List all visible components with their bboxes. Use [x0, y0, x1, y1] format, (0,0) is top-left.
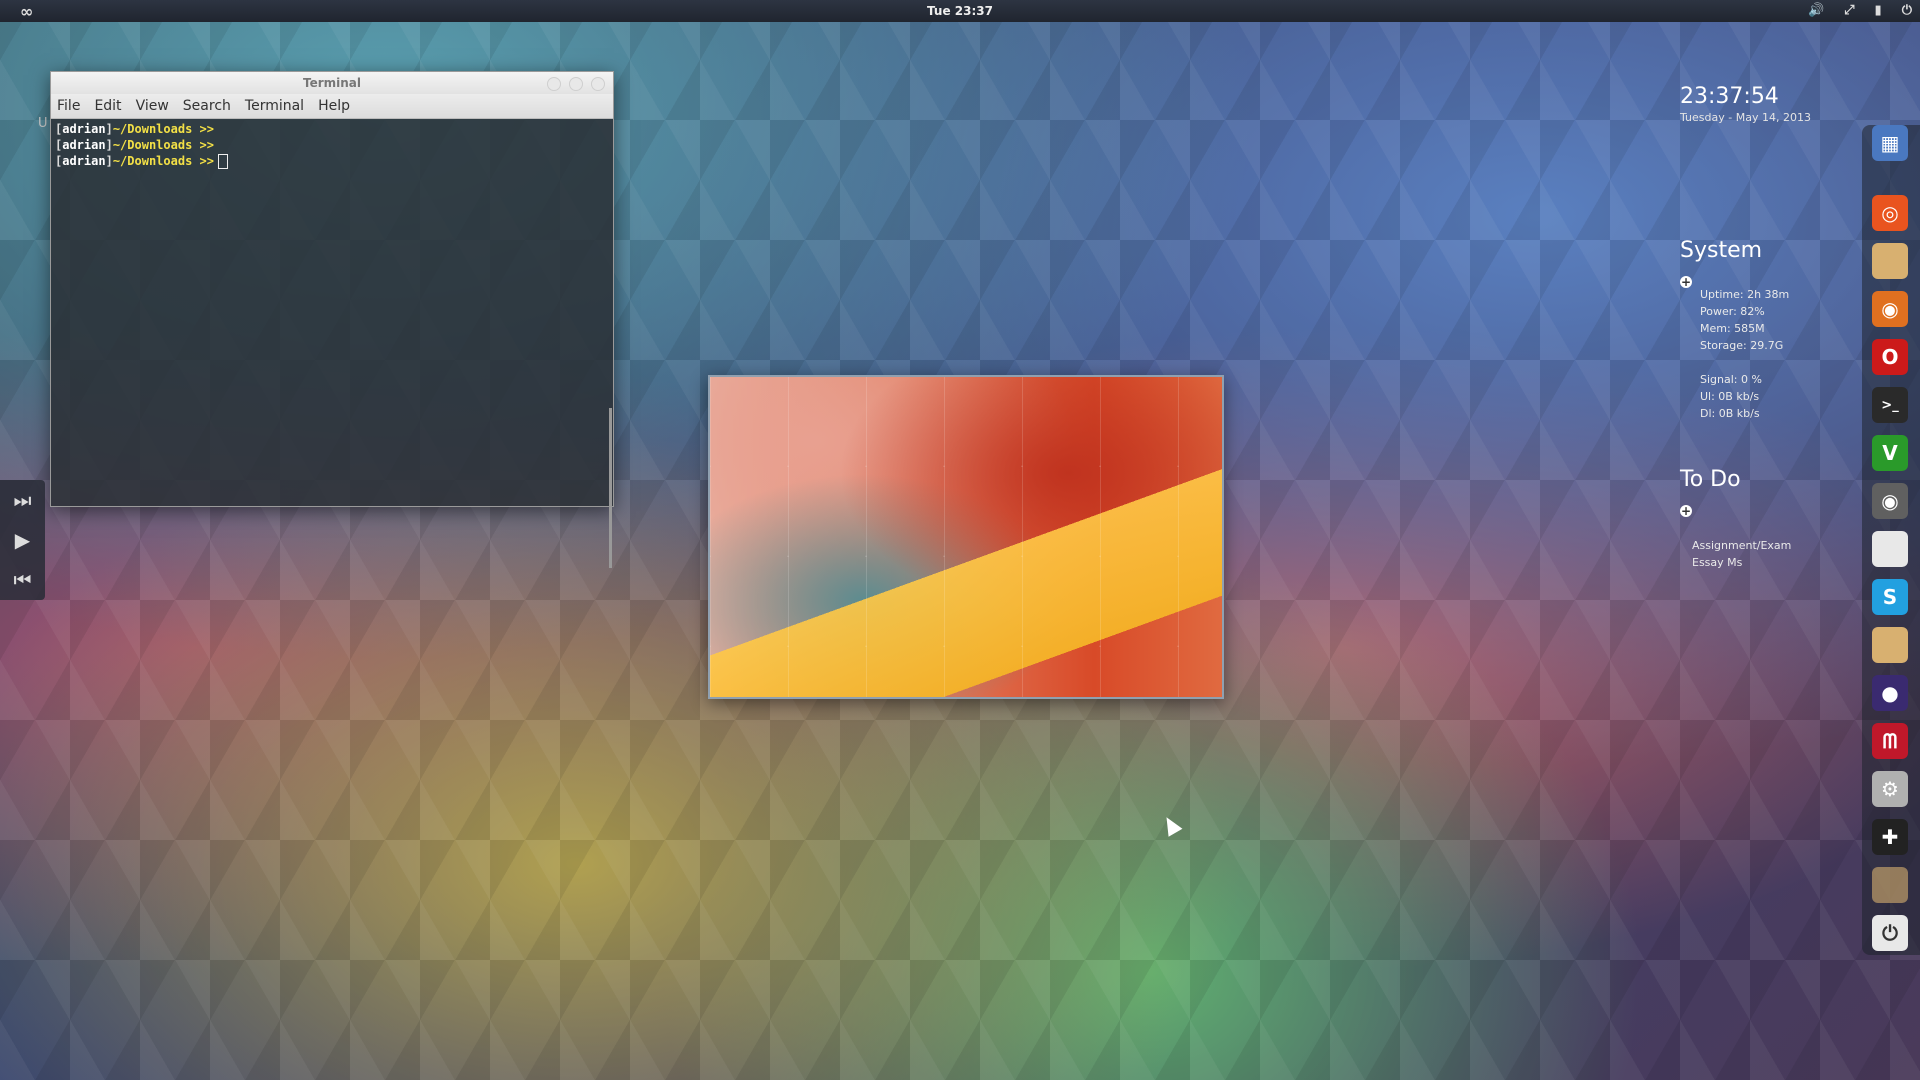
- todo-list: Assignment/Exam Essay Ms: [1692, 537, 1791, 571]
- terminal-output[interactable]: [adrian]~/Downloads >> [adrian]~/Downloa…: [51, 119, 613, 171]
- menu-terminal[interactable]: Terminal: [245, 98, 304, 114]
- plus-icon: +: [1680, 275, 1692, 289]
- conky-clock-widget: 23:37:54 Tuesday - May 14, 2013: [1680, 84, 1811, 124]
- vim-icon[interactable]: V: [1872, 435, 1908, 471]
- prompt-path: ~/Downloads >>: [112, 122, 214, 136]
- firefox-icon[interactable]: ◉: [1872, 291, 1908, 327]
- mendeley-icon[interactable]: ᗰ: [1872, 723, 1908, 759]
- prompt-path: ~/Downloads >>: [112, 154, 214, 168]
- ubuntu-icon[interactable]: ◎: [1872, 195, 1908, 231]
- opera-icon[interactable]: O: [1872, 339, 1908, 375]
- terminal-icon[interactable]: >_: [1872, 387, 1908, 423]
- menu-search[interactable]: Search: [183, 98, 231, 114]
- prompt-path: ~/Downloads >>: [112, 138, 214, 152]
- stat-storage: Storage: 29.7G: [1700, 339, 1784, 352]
- terminal-menubar: File Edit View Search Terminal Help: [51, 94, 613, 119]
- volume-icon[interactable]: 🔊: [1808, 3, 1824, 18]
- network-icon[interactable]: ⤢: [1844, 3, 1854, 18]
- menu-edit[interactable]: Edit: [94, 98, 121, 114]
- folder-icon[interactable]: [1872, 867, 1908, 903]
- power-icon[interactable]: ⏻: [1902, 3, 1912, 18]
- stat-download: Dl: 0B kb/s: [1700, 407, 1760, 420]
- system-heading: System: [1680, 238, 1763, 263]
- menu-file[interactable]: File: [57, 98, 80, 114]
- todo-item: Essay Ms: [1692, 556, 1743, 569]
- conky-system-widget: System + Uptime: 2h 38m Power: 82% Mem: …: [1680, 238, 1789, 422]
- play-icon[interactable]: ▶: [15, 528, 30, 552]
- prompt-user: adrian: [62, 138, 106, 152]
- prompt-line: [adrian]~/Downloads >>: [55, 122, 214, 136]
- battery-icon[interactable]: ▮: [1875, 3, 1882, 18]
- next-track-icon[interactable]: ⏭: [14, 488, 32, 512]
- speaker-icon[interactable]: ◉: [1872, 483, 1908, 519]
- hidden-window-edge: U: [38, 116, 48, 131]
- conky-time: 23:37:54: [1680, 84, 1779, 109]
- folder-icon[interactable]: [1872, 627, 1908, 663]
- settings-icon[interactable]: ⚙: [1872, 771, 1908, 807]
- plus-icon: +: [1680, 504, 1692, 518]
- minimize-button[interactable]: [547, 77, 561, 91]
- menu-help[interactable]: Help: [318, 98, 350, 114]
- text-cursor: [217, 154, 228, 169]
- todo-item: Assignment/Exam: [1692, 539, 1792, 552]
- stat-signal: Signal: 0 %: [1700, 373, 1762, 386]
- terminal-scrollbar[interactable]: [609, 408, 612, 568]
- close-button[interactable]: [591, 77, 605, 91]
- app-dock: ▦ ◎ ◉ O >_ V ◉ S ● ᗰ ⚙ ✚ ⏻: [1862, 125, 1920, 955]
- prompt-user: adrian: [62, 154, 106, 168]
- maximize-button[interactable]: [569, 77, 583, 91]
- workspace-switcher-icon[interactable]: ▦: [1872, 125, 1908, 161]
- add-icon[interactable]: ✚: [1872, 819, 1908, 855]
- skype-icon[interactable]: S: [1872, 579, 1908, 615]
- prompt-user: adrian: [62, 122, 106, 136]
- menu-view[interactable]: View: [136, 98, 169, 114]
- stat-power: Power: 82%: [1700, 305, 1765, 318]
- todo-heading: To Do: [1680, 467, 1741, 492]
- eclipse-icon[interactable]: ●: [1872, 675, 1908, 711]
- panel-clock[interactable]: Tue 23:37: [0, 4, 1920, 18]
- terminal-window[interactable]: Terminal File Edit View Search Terminal …: [50, 71, 614, 568]
- previous-track-icon[interactable]: ⏮: [14, 568, 32, 592]
- conky-date: Tuesday - May 14, 2013: [1680, 111, 1811, 124]
- window-controls: [547, 77, 605, 91]
- media-controls: ⏭ ▶ ⏮: [0, 480, 45, 600]
- prompt-line: [adrian]~/Downloads >>: [55, 153, 609, 169]
- system-stats: Uptime: 2h 38m Power: 82% Mem: 585M Stor…: [1700, 286, 1789, 422]
- stat-upload: Ul: 0B kb/s: [1700, 390, 1760, 403]
- terminal-titlebar[interactable]: Terminal: [51, 72, 613, 94]
- system-tray: 🔊 ⤢ ▮ ⏻: [1808, 3, 1912, 18]
- top-panel: ∞ Tue 23:37 🔊 ⤢ ▮ ⏻: [0, 0, 1920, 22]
- stat-uptime: Uptime: 2h 38m: [1700, 288, 1790, 301]
- files-icon[interactable]: [1872, 243, 1908, 279]
- prompt-line: [adrian]~/Downloads >>: [55, 138, 214, 152]
- stat-memory: Mem: 585M: [1700, 322, 1765, 335]
- shutdown-icon[interactable]: ⏻: [1872, 915, 1908, 951]
- mouse-pointer-icon: [1159, 813, 1183, 837]
- conky-todo-widget: To Do + Assignment/Exam Essay Ms: [1680, 467, 1791, 571]
- window-title: Terminal: [302, 76, 362, 90]
- image-preview-window[interactable]: [708, 375, 1224, 699]
- text-document-icon[interactable]: [1872, 531, 1908, 567]
